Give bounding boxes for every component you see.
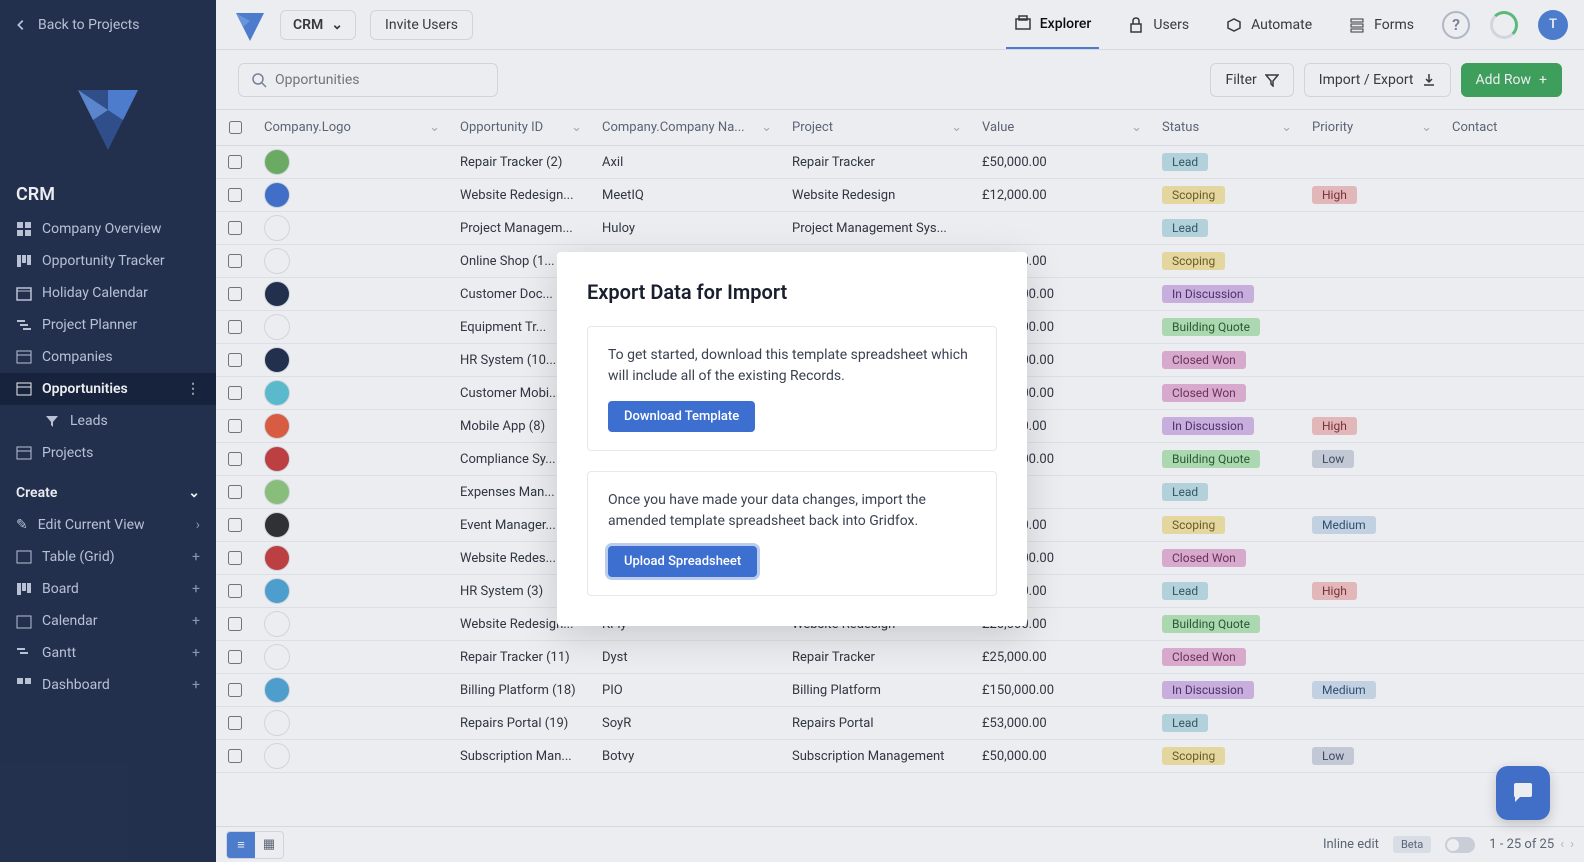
upload-section: Once you have made your data changes, im…	[587, 471, 997, 596]
download-description: To get started, download this template s…	[608, 345, 976, 387]
export-import-modal: Export Data for Import To get started, d…	[557, 252, 1027, 626]
modal-title: Export Data for Import	[587, 280, 997, 304]
download-template-button[interactable]: Download Template	[608, 401, 755, 432]
upload-spreadsheet-button[interactable]: Upload Spreadsheet	[608, 546, 757, 577]
upload-description: Once you have made your data changes, im…	[608, 490, 976, 532]
modal-overlay[interactable]: Export Data for Import To get started, d…	[0, 0, 1584, 862]
download-section: To get started, download this template s…	[587, 326, 997, 451]
